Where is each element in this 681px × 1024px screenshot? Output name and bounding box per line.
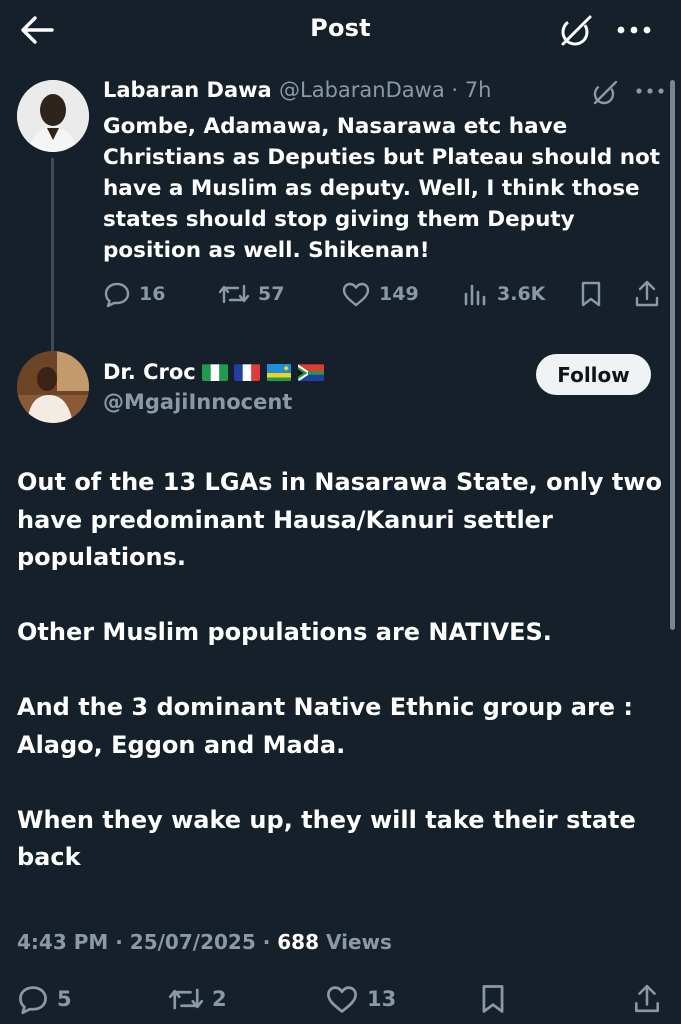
rwanda-flag-icon (266, 363, 292, 381)
post-paragraph: Out of the 13 LGAs in Nasarawa State, on… (17, 468, 663, 571)
bookmark-icon (482, 985, 504, 1013)
views-button[interactable]: 3.6K (461, 277, 545, 311)
post-author[interactable]: Dr. Croc (103, 360, 324, 384)
share-icon (635, 280, 659, 307)
avatar[interactable] (17, 80, 89, 152)
post-paragraph: And the 3 dominant Native Ethnic group a… (17, 693, 634, 759)
more-horizontal-icon (636, 88, 664, 94)
parent-post-text: Gombe, Adamawa, Nasarawa etc have Christ… (103, 114, 661, 263)
reply-button[interactable]: 16 (103, 277, 165, 311)
reply-icon (19, 986, 47, 1015)
like-button[interactable]: 13 (325, 982, 396, 1016)
post-action-bar: 5 2 13 (0, 982, 681, 1024)
more-horizontal-icon (617, 26, 651, 34)
avatar[interactable] (17, 351, 89, 423)
like-count: 149 (379, 283, 419, 305)
reply-count: 16 (139, 283, 166, 305)
author-handle[interactable]: @MgajiInnocent (103, 390, 292, 414)
scrollbar[interactable] (670, 80, 675, 630)
follow-button[interactable]: Follow (536, 354, 651, 395)
parent-post[interactable]: Labaran Dawa @LabaranDawa · 7h Gombe, Ad… (0, 70, 681, 403)
france-flag-icon (233, 363, 260, 381)
repost-icon (168, 988, 204, 1010)
post-timestamp[interactable]: 4:43 PM · 25/07/2025 · (17, 930, 277, 954)
reply-icon (104, 282, 130, 308)
post-metadata: 4:43 PM · 25/07/2025 · 688 Views (17, 930, 392, 954)
post-text: Out of the 13 LGAs in Nasarawa State, on… (17, 464, 667, 877)
grok-button[interactable] (557, 12, 595, 50)
like-count: 13 (367, 987, 397, 1011)
author-name[interactable]: Dr. Croc (103, 360, 196, 384)
heart-icon (327, 986, 357, 1013)
like-button[interactable]: 149 (341, 277, 419, 311)
flag-emoji-group (201, 363, 324, 381)
grok-icon (561, 15, 592, 46)
post-paragraph: When they wake up, they will take their … (17, 805, 636, 872)
repost-count: 2 (212, 987, 227, 1011)
share-button[interactable] (632, 982, 662, 1016)
south-africa-flag-icon (297, 363, 324, 381)
repost-icon (218, 284, 250, 304)
bookmark-icon (581, 281, 601, 307)
more-options-button[interactable] (614, 16, 654, 44)
person-photo-icon (17, 80, 89, 152)
reply-button[interactable]: 5 (17, 982, 72, 1016)
share-button[interactable] (633, 277, 661, 311)
repost-count: 57 (258, 283, 285, 305)
grok-button[interactable] (590, 78, 620, 108)
post-author-row: Dr. Croc @MgajiInnocent Follow (0, 348, 681, 428)
reply-count: 5 (57, 987, 72, 1011)
grok-icon (593, 80, 618, 105)
view-count: 3.6K (497, 283, 546, 305)
post-more-button[interactable] (632, 80, 668, 102)
author-handle-time: @LabaranDawa · 7h (279, 78, 492, 102)
heart-icon (342, 282, 370, 307)
parent-action-bar: 16 57 149 3.6K (103, 277, 668, 311)
author-name[interactable]: Labaran Dawa (103, 78, 272, 102)
bookmark-button[interactable] (578, 277, 604, 311)
parent-author[interactable]: Labaran Dawa @LabaranDawa · 7h (103, 78, 491, 102)
repost-button[interactable]: 57 (218, 277, 284, 311)
post-views-label: Views (319, 930, 392, 954)
repost-button[interactable]: 2 (168, 982, 227, 1016)
nigeria-flag-icon (201, 363, 228, 381)
bookmark-button[interactable] (478, 982, 508, 1016)
share-icon (635, 984, 659, 1013)
post-paragraph: Other Muslim populations are NATIVES. (17, 618, 552, 646)
analytics-icon (464, 284, 486, 306)
person-photo-icon (17, 351, 89, 423)
top-bar: Post (0, 0, 681, 58)
post-view-count: 688 (277, 930, 320, 954)
